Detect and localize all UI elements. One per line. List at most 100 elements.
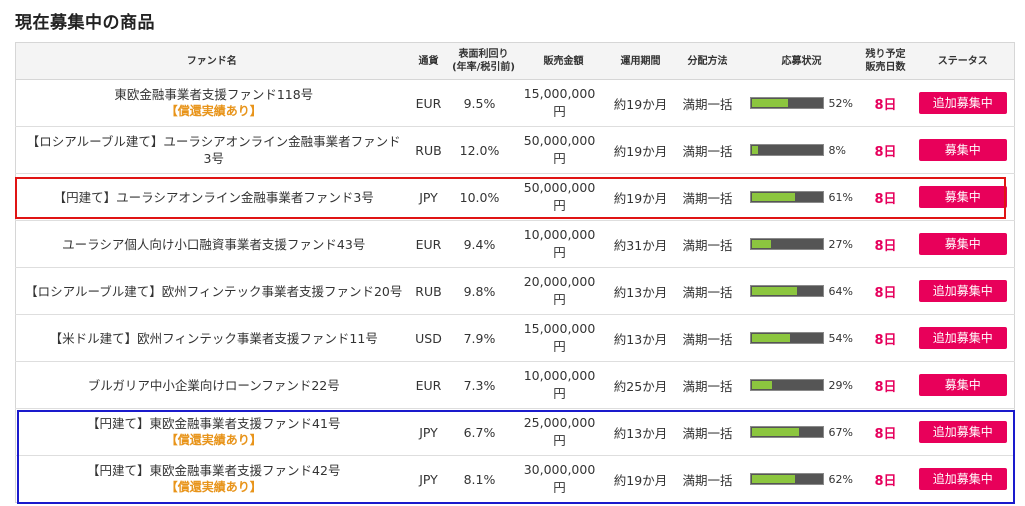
currency-cell: JPY	[407, 408, 450, 456]
distribution-cell: 満期一括	[682, 472, 733, 488]
status-button[interactable]: 募集中	[918, 374, 1007, 396]
table-row: 東欧金融事業者支援ファンド118号 【償還実績あり】 EUR 9.5% 15,000,0…	[15, 79, 1015, 127]
yield-cell: 9.8%	[449, 267, 518, 315]
yield-cell: 7.9%	[449, 314, 518, 362]
status-button[interactable]: 募集中	[918, 186, 1007, 208]
status-button[interactable]: 募集中	[918, 233, 1007, 255]
header-yield: 表面利回り (年率/税引前)	[449, 42, 518, 80]
progress-percent: 27%	[828, 237, 853, 251]
distribution-cell: 満期一括	[671, 220, 744, 268]
distribution-cell: 満期一括	[671, 79, 744, 127]
application-cell: 52%	[743, 79, 860, 127]
progress-percent: 62%	[828, 472, 853, 486]
header-currency: 通貨	[407, 42, 450, 80]
days-cell: 8日	[859, 267, 912, 315]
currency-cell: EUR	[407, 361, 450, 409]
currency-cell: JPY	[419, 471, 438, 487]
fund-name-cell: 【円建て】東欧金融事業者支援ファンド42号 【償還実績あり】	[16, 456, 408, 503]
distribution-cell: 満期一括	[671, 314, 744, 362]
progress-percent: 8%	[828, 143, 846, 157]
progress-bar	[749, 97, 824, 109]
remaining-days: 8日	[874, 144, 897, 160]
header-distribution: 分配方法	[671, 42, 744, 80]
period-cell: 約25か月	[609, 361, 672, 409]
table-row: 【ロシアルーブル建て】ユーラシアオンライン金融事業者ファンド3号 RUB 12.0%…	[15, 126, 1015, 174]
status-cell: 追加募集中	[912, 456, 1015, 503]
status-cell: 追加募集中	[911, 267, 1015, 315]
status-cell: 追加募集中	[911, 314, 1015, 362]
application-cell: 62%	[744, 456, 860, 503]
distribution-cell: 満期一括	[671, 361, 744, 409]
days-cell: 8日	[859, 173, 912, 221]
amount-cell: 20,000,000円	[517, 267, 610, 315]
application-cell: 64%	[743, 267, 860, 315]
fund-name-link[interactable]: 【ロシアルーブル建て】欧州フィンテック事業者支援ファンド20号	[24, 283, 404, 300]
period-cell: 約13か月	[609, 314, 672, 362]
currency-cell: JPY	[407, 173, 450, 221]
fund-name-link[interactable]: ブルガリア中小企業向けローンファンド22号	[24, 377, 404, 394]
progress-fill	[751, 99, 788, 107]
days-cell: 8日	[859, 408, 912, 456]
amount-cell: 15,000,000円	[517, 79, 610, 127]
fund-table: ファンド名 通貨 表面利回り (年率/税引前) 販売金額 運用期間 分配方法 応募…	[15, 42, 1015, 503]
period-cell: 約19か月	[613, 472, 668, 488]
fund-name-link[interactable]: 東欧金融事業者支援ファンド118号	[24, 86, 404, 103]
currency-cell: EUR	[407, 79, 450, 127]
progress-fill	[751, 193, 795, 201]
application-cell: 67%	[743, 408, 860, 456]
period-cell: 約19か月	[609, 126, 672, 174]
fund-name-cell: 【米ドル建て】欧州フィンテック事業者支援ファンド11号	[15, 314, 408, 362]
application-cell: 54%	[743, 314, 860, 362]
progress-wrap: 64%	[744, 285, 860, 298]
header-fund-name: ファンド名	[15, 42, 408, 80]
progress-wrap: 62%	[744, 473, 860, 486]
status-button[interactable]: 追加募集中	[918, 92, 1007, 114]
yield-cell: 9.5%	[449, 79, 518, 127]
status-button[interactable]: 追加募集中	[918, 280, 1007, 302]
progress-wrap: 54%	[744, 332, 860, 345]
yield-cell: 12.0%	[449, 126, 518, 174]
fund-name-cell: 【円建て】ユーラシアオンライン金融事業者ファンド3号	[15, 173, 408, 221]
progress-wrap: 67%	[744, 426, 860, 439]
status-cell: 追加募集中	[911, 408, 1015, 456]
fund-name-link[interactable]: 【ロシアルーブル建て】ユーラシアオンライン金融事業者ファンド3号	[24, 133, 404, 167]
status-button[interactable]: 追加募集中	[918, 327, 1007, 349]
status-button[interactable]: 追加募集中	[918, 421, 1007, 443]
amount-cell: 50,000,000円	[517, 173, 610, 221]
progress-bar	[749, 144, 824, 156]
repayment-badge: 【償還実績あり】	[165, 433, 262, 447]
fund-name-link[interactable]: 【円建て】東欧金融事業者支援ファンド42号	[24, 462, 404, 479]
status-cell: 募集中	[911, 220, 1015, 268]
application-cell: 8%	[743, 126, 860, 174]
progress-percent: 29%	[828, 378, 853, 392]
progress-wrap: 8%	[744, 144, 860, 157]
fund-name-link[interactable]: 【米ドル建て】欧州フィンテック事業者支援ファンド11号	[24, 330, 404, 347]
period-cell: 約13か月	[609, 408, 672, 456]
application-cell: 61%	[743, 173, 860, 221]
currency-cell: USD	[407, 314, 450, 362]
table-header-row: ファンド名 通貨 表面利回り (年率/税引前) 販売金額 運用期間 分配方法 応募…	[15, 42, 1015, 80]
remaining-days: 8日	[874, 238, 897, 254]
distribution-cell: 満期一括	[671, 267, 744, 315]
progress-bar	[749, 379, 824, 391]
progress-fill	[751, 381, 772, 389]
table-row: ユーラシア個人向け小口融資事業者支援ファンド43号 EUR 9.4% 10,000,0…	[15, 220, 1015, 268]
table-row: 【円建て】東欧金融事業者支援ファンド42号 【償還実績あり】 JPY 8.1% 30,0…	[16, 456, 1015, 503]
header-status: ステータス	[911, 42, 1015, 80]
amount-cell: 10,000,000円	[517, 220, 610, 268]
fund-name-link[interactable]: 【円建て】ユーラシアオンライン金融事業者ファンド3号	[24, 189, 404, 206]
distribution-cell: 満期一括	[671, 173, 744, 221]
header-application: 応募状況	[743, 42, 860, 80]
fund-name-link[interactable]: 【円建て】東欧金融事業者支援ファンド41号	[24, 415, 404, 432]
status-button[interactable]: 募集中	[918, 139, 1007, 161]
progress-fill	[751, 334, 790, 342]
fund-name-link[interactable]: ユーラシア個人向け小口融資事業者支援ファンド43号	[24, 236, 404, 253]
table-row: 【円建て】ユーラシアオンライン金融事業者ファンド3号 JPY 10.0% 50,000…	[15, 173, 1015, 221]
table-row: 【ロシアルーブル建て】欧州フィンテック事業者支援ファンド20号 RUB 9.8% 20…	[15, 267, 1015, 315]
amount-cell: 25,000,000円	[517, 408, 610, 456]
progress-wrap: 52%	[744, 97, 860, 110]
progress-fill	[751, 240, 771, 248]
fund-name-cell: 東欧金融事業者支援ファンド118号 【償還実績あり】	[15, 79, 408, 127]
yield-cell: 7.3%	[449, 361, 518, 409]
status-button[interactable]: 追加募集中	[918, 468, 1007, 490]
